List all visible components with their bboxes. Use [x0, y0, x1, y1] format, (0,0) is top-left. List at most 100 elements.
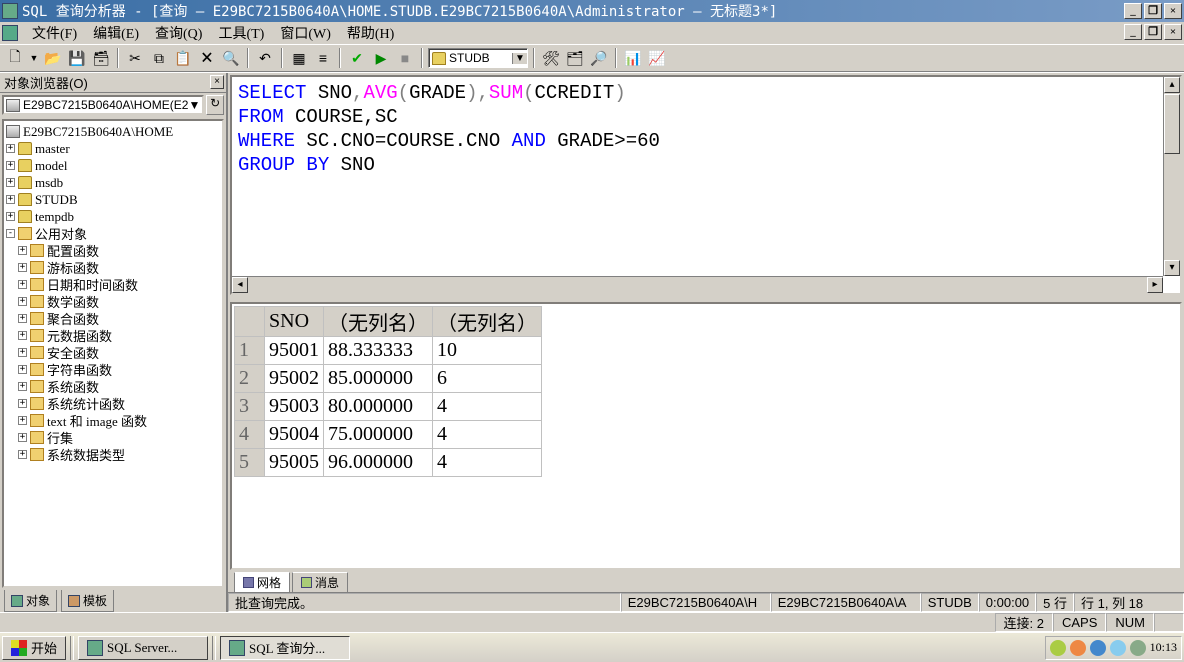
tree-folder-node[interactable]: +元数据函数 — [6, 327, 220, 344]
mdi-minimize-button[interactable]: _ — [1124, 24, 1142, 40]
show-trace-icon[interactable]: 📈 — [646, 47, 668, 69]
tray-icon[interactable] — [1050, 640, 1066, 656]
tree-folder-node[interactable]: +数学函数 — [6, 293, 220, 310]
tree-expand-icon[interactable]: + — [18, 450, 27, 459]
tree-db-node[interactable]: +master — [6, 140, 220, 157]
table-cell[interactable]: 96.000000 — [324, 449, 433, 477]
tree-expand-icon[interactable]: + — [6, 195, 15, 204]
stop-icon[interactable]: ■ — [394, 47, 416, 69]
menu-window[interactable]: 窗口(W) — [272, 21, 339, 45]
menu-tools[interactable]: 工具(T) — [210, 21, 272, 45]
grid-tab[interactable]: 网格 — [234, 572, 290, 593]
database-combo[interactable]: STUDB ▼ — [428, 48, 528, 68]
tree-expand-icon[interactable]: + — [18, 416, 27, 425]
clear-icon[interactable]: 🗙 — [196, 47, 218, 69]
tree-expand-icon[interactable]: + — [18, 280, 27, 289]
table-cell[interactable]: 80.000000 — [324, 393, 433, 421]
row-number[interactable]: 1 — [235, 337, 265, 365]
tree-expand-icon[interactable]: + — [18, 382, 27, 391]
new-query-icon[interactable]: 🗋 — [4, 47, 26, 69]
taskbar-sqlserver[interactable]: SQL Server... — [78, 636, 208, 660]
paste-icon[interactable]: 📋 — [172, 47, 194, 69]
tree-expand-icon[interactable]: + — [18, 433, 27, 442]
editor-vertical-scrollbar[interactable]: ▴ ▾ — [1163, 77, 1180, 276]
tree-expand-icon[interactable]: + — [18, 348, 27, 357]
tree-expand-icon[interactable]: + — [6, 144, 15, 153]
column-header[interactable]: SNO — [265, 307, 324, 337]
close-button[interactable]: × — [1164, 3, 1182, 19]
table-cell[interactable]: 6 — [433, 365, 542, 393]
tree-server-node[interactable]: E29BC7215B0640A\HOME — [6, 123, 220, 140]
tree-folder-node[interactable]: +text 和 image 函数 — [6, 412, 220, 429]
menu-edit[interactable]: 编辑(E) — [85, 21, 147, 45]
scroll-right-icon[interactable]: ▸ — [1147, 277, 1163, 293]
templates-tab[interactable]: 模板 — [61, 590, 114, 612]
tray-icon[interactable] — [1130, 640, 1146, 656]
scroll-left-icon[interactable]: ◂ — [232, 277, 248, 293]
table-cell[interactable]: 85.000000 — [324, 365, 433, 393]
column-header[interactable]: （无列名） — [324, 307, 433, 337]
objects-tab[interactable]: 对象 — [4, 590, 57, 612]
column-header[interactable]: （无列名） — [433, 307, 542, 337]
system-tray[interactable]: 10:13 — [1045, 636, 1182, 660]
table-cell[interactable]: 95001 — [265, 337, 324, 365]
row-number[interactable]: 3 — [235, 393, 265, 421]
tree-expand-icon[interactable]: + — [18, 399, 27, 408]
tray-icon[interactable] — [1110, 640, 1126, 656]
menu-query[interactable]: 查询(Q) — [147, 21, 210, 45]
minimize-button[interactable]: _ — [1124, 3, 1142, 19]
tree-folder-node[interactable]: +系统函数 — [6, 378, 220, 395]
tree-expand-icon[interactable]: + — [18, 331, 27, 340]
tree-folder-node[interactable]: +系统统计函数 — [6, 395, 220, 412]
server-combo[interactable]: E29BC7215B0640A\HOME(E2 ▼ — [2, 95, 204, 115]
table-row[interactable]: 39500380.0000004 — [235, 393, 542, 421]
row-number[interactable]: 4 — [235, 421, 265, 449]
copy-icon[interactable]: ⧉ — [148, 47, 170, 69]
scroll-up-icon[interactable]: ▴ — [1164, 77, 1180, 93]
tree-expand-icon[interactable]: + — [6, 161, 15, 170]
save-all-icon[interactable]: 🗃 — [90, 47, 112, 69]
tree-common-obj-node[interactable]: - 公用对象 — [6, 225, 220, 242]
show-plan-icon[interactable]: 📊 — [622, 47, 644, 69]
object-search-icon[interactable]: 🔎 — [588, 47, 610, 69]
table-cell[interactable]: 10 — [433, 337, 542, 365]
tree-db-node[interactable]: +model — [6, 157, 220, 174]
tray-icon[interactable] — [1070, 640, 1086, 656]
table-cell[interactable]: 95002 — [265, 365, 324, 393]
table-cell[interactable]: 88.333333 — [324, 337, 433, 365]
table-cell[interactable]: 95004 — [265, 421, 324, 449]
tree-expand-icon[interactable]: + — [18, 365, 27, 374]
refresh-icon[interactable]: ↻ — [206, 95, 224, 115]
mdi-close-button[interactable]: × — [1164, 24, 1182, 40]
table-cell[interactable]: 4 — [433, 393, 542, 421]
table-cell[interactable]: 4 — [433, 421, 542, 449]
object-browser-close-button[interactable]: × — [210, 75, 224, 89]
execute-icon[interactable]: ▶ — [370, 47, 392, 69]
sql-editor[interactable]: SELECT SNO,AVG(GRADE),SUM(CCREDIT) FROM … — [230, 75, 1182, 295]
dropdown-arrow-icon[interactable]: ▼ — [188, 98, 200, 112]
tree-folder-node[interactable]: +日期和时间函数 — [6, 276, 220, 293]
tree-folder-node[interactable]: +聚合函数 — [6, 310, 220, 327]
row-number[interactable]: 5 — [235, 449, 265, 477]
object-browser-icon[interactable]: 🗂 — [564, 47, 586, 69]
object-tree[interactable]: E29BC7215B0640A\HOME +master+model+msdb+… — [2, 119, 224, 588]
tree-expand-icon[interactable]: + — [18, 297, 27, 306]
tree-folder-node[interactable]: +配置函数 — [6, 242, 220, 259]
taskbar-clock[interactable]: 10:13 — [1150, 640, 1177, 655]
tree-folder-node[interactable]: +行集 — [6, 429, 220, 446]
messages-tab[interactable]: 消息 — [292, 572, 348, 593]
tree-folder-node[interactable]: +安全函数 — [6, 344, 220, 361]
table-row[interactable]: 49500475.0000004 — [235, 421, 542, 449]
table-cell[interactable]: 4 — [433, 449, 542, 477]
tree-expand-icon[interactable]: + — [18, 246, 27, 255]
table-cell[interactable]: 95005 — [265, 449, 324, 477]
tree-expand-icon[interactable]: + — [18, 314, 27, 323]
cut-icon[interactable]: ✂ — [124, 47, 146, 69]
table-cell[interactable]: 75.000000 — [324, 421, 433, 449]
scroll-down-icon[interactable]: ▾ — [1164, 260, 1180, 276]
table-row[interactable]: 19500188.33333310 — [235, 337, 542, 365]
restore-button[interactable]: ❐ — [1144, 3, 1162, 19]
tree-collapse-icon[interactable]: - — [6, 229, 15, 238]
results-pane[interactable]: SNO （无列名） （无列名） 19500188.333333102950028… — [230, 302, 1182, 570]
taskbar-query-analyzer[interactable]: SQL 查询分... — [220, 636, 350, 660]
